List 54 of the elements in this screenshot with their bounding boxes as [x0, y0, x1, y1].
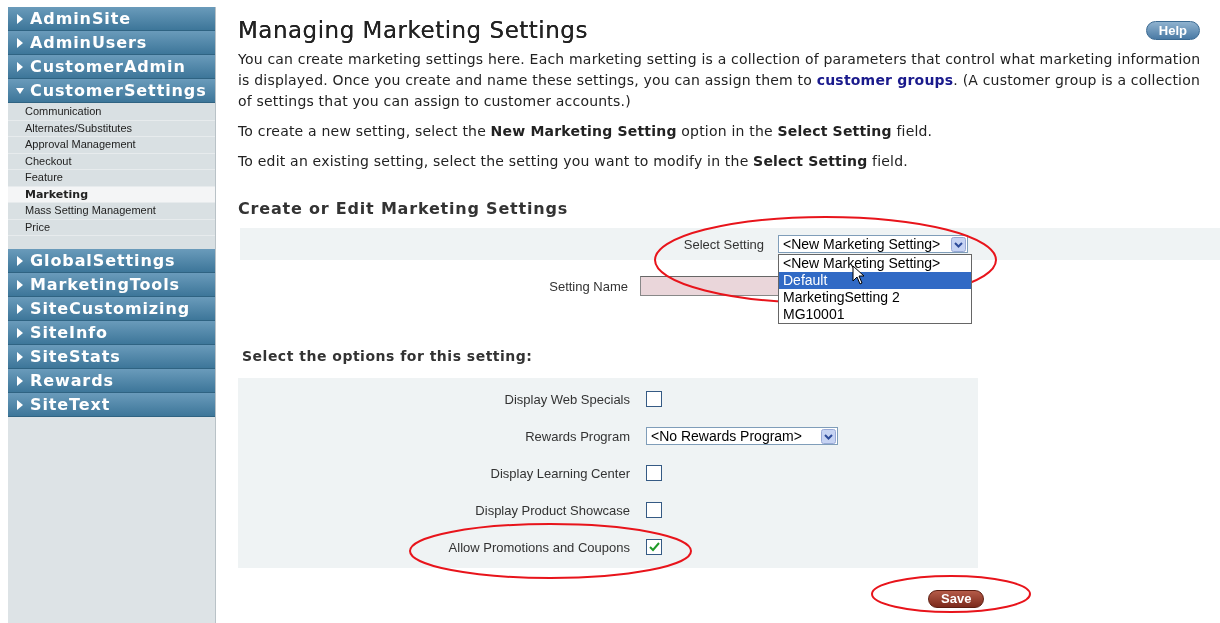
sidebar-item[interactable]: Price — [8, 219, 215, 236]
dropdown-option[interactable]: MarketingSetting 2 — [779, 289, 971, 306]
sidebar-item[interactable]: Approval Management — [8, 137, 215, 154]
paragraph: You can create marketing settings here. Each marketing setting is a collection of parameters that control what marketing information is displayed. Once you create and name these settings, you can assign them to customer groups. (A customer group is a collection of settings that you can assign to customer accounts.) — [238, 50, 1202, 111]
sidebar-item[interactable]: Alternates/Substitutes — [8, 120, 215, 137]
option-label: Display Web Specials — [503, 391, 630, 407]
caret-right-icon — [16, 13, 24, 24]
dropdown-option[interactable]: <New Marketing Setting> — [779, 255, 971, 272]
page-title: Managing Marketing Settings — [238, 17, 588, 43]
option-label: Display Learning Center — [489, 465, 630, 481]
sidebar-section[interactable]: MarketingTools — [8, 273, 215, 297]
rewards-program-dropdown[interactable]: <No Rewards Program> — [646, 427, 838, 445]
dropdown-option[interactable]: MG10001 — [779, 306, 971, 323]
field-label: Select Setting — [682, 236, 764, 252]
customer-groups-link[interactable]: customer groups — [816, 72, 954, 88]
sidebar-section[interactable]: SiteStats — [8, 345, 215, 369]
paragraph: To create a new setting, select the New Marketing Setting option in the Select Setting field. — [238, 122, 934, 141]
caret-right-icon — [16, 327, 24, 338]
sidebar-item[interactable]: Mass Setting Management — [8, 203, 215, 220]
section-heading: Select the options for this setting: — [242, 348, 534, 364]
caret-down-icon — [16, 85, 24, 96]
sidebar-section[interactable]: AdminSite — [8, 7, 215, 31]
dropdown-option[interactable]: Default — [779, 272, 971, 289]
caret-right-icon — [16, 303, 24, 314]
sidebar-section[interactable]: SiteCustomizing — [8, 297, 215, 321]
field-label: Setting Name — [548, 278, 628, 294]
sidebar-section[interactable]: GlobalSettings — [8, 249, 215, 273]
checkbox[interactable] — [646, 539, 662, 555]
sidebar-section[interactable]: CustomerAdmin — [8, 55, 215, 79]
paragraph: To edit an existing setting, select the setting you want to modify in the Select Setting field. — [238, 152, 909, 171]
checkbox[interactable] — [646, 391, 662, 407]
sidebar-item[interactable]: Communication — [8, 104, 215, 121]
caret-right-icon — [16, 351, 24, 362]
caret-right-icon — [16, 255, 24, 266]
sidebar-section[interactable]: CustomerSettings — [8, 79, 215, 103]
caret-right-icon — [16, 399, 24, 410]
sidebar-item[interactable]: Checkout — [8, 153, 215, 170]
caret-right-icon — [16, 375, 24, 386]
checkbox[interactable] — [646, 465, 662, 481]
checkbox[interactable] — [646, 502, 662, 518]
sidebar-item[interactable]: Feature — [8, 170, 215, 187]
option-label: Display Product Showcase — [474, 502, 630, 518]
sidebar-section[interactable]: Rewards — [8, 369, 215, 393]
caret-right-icon — [16, 279, 24, 290]
caret-right-icon — [16, 37, 24, 48]
caret-right-icon — [16, 61, 24, 72]
select-setting-dropdown[interactable]: <New Marketing Setting> — [778, 235, 968, 253]
sidebar-section[interactable]: AdminUsers — [8, 31, 215, 55]
option-label: Allow Promotions and Coupons — [447, 539, 630, 555]
save-button[interactable]: Save — [928, 589, 985, 608]
sidebar-section[interactable]: SiteInfo — [8, 321, 215, 345]
sidebar-section[interactable]: SiteText — [8, 393, 215, 417]
section-heading: Create or Edit Marketing Settings — [238, 199, 570, 218]
option-label: Rewards Program — [524, 428, 630, 444]
